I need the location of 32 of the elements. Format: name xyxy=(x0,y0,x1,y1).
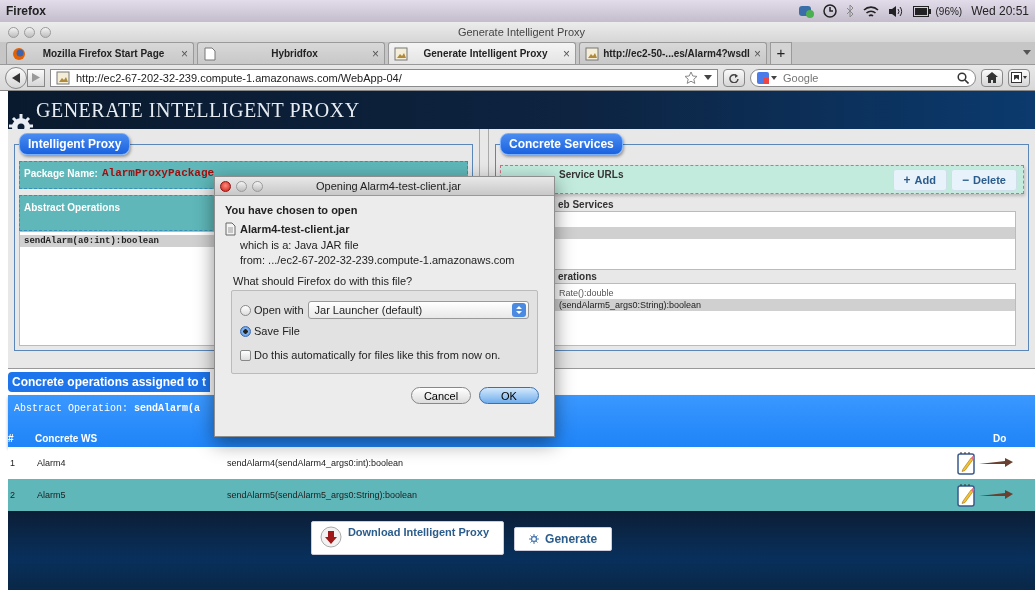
dialog-heading: You have chosen to open xyxy=(225,204,359,216)
file-type-text: which is a: Java JAR file xyxy=(239,239,360,251)
tab-label: Mozilla Firefox Start Page xyxy=(41,48,166,59)
dialog-title: Opening Alarm4-test-client.jar xyxy=(315,180,462,192)
file-source-text: from: .../ec2-67-202-32-239.compute-1.amazonaws.com xyxy=(239,254,516,266)
package-name-value: AlarmProxyPackage xyxy=(101,167,215,179)
column-header: # xyxy=(8,433,15,444)
table-cell-text: Alarm5 xyxy=(36,490,67,500)
field-label: Package Name: xyxy=(24,168,98,179)
section-label: eb Services xyxy=(557,199,614,211)
section-label: erations xyxy=(557,271,597,283)
panel-title: Intelligent Proxy xyxy=(19,133,131,155)
section-label: Service URLs xyxy=(558,169,624,180)
table-cell-text: 2 xyxy=(9,490,16,500)
file-name: Alarm4-test-client.jar xyxy=(240,223,350,235)
section-label: Abstract Operations xyxy=(24,202,121,213)
tab-label: http://ec2-50-...es/Alarm4?wsdl xyxy=(603,48,750,59)
table-cell-text: 1 xyxy=(9,458,16,468)
battery-percent: (96%) xyxy=(935,5,963,17)
table-cell-text: sendAlarm4(sendAlarm4_args0:int):boolean xyxy=(226,458,405,468)
panel-title: Concrete Services xyxy=(500,133,623,155)
dialog-question: What should Firefox do with this file? xyxy=(233,275,414,287)
section-title: Concrete operations assigned to t xyxy=(8,372,211,392)
table-cell-text: sendAlarm5(sendAlarm5_args0:String):boolean xyxy=(226,490,419,500)
tab-label: Hybridfox xyxy=(270,48,319,59)
column-header: Concrete WS xyxy=(35,433,99,444)
abstract-operation-text: Abstract Operation: sendAlarm(a xyxy=(13,403,202,414)
column-header: Do xyxy=(992,433,1008,444)
table-cell-text: Alarm4 xyxy=(36,458,67,468)
page-title: GENERATE INTELLIGENT PROXY xyxy=(36,98,360,122)
window-title: Generate Intelligent Proxy xyxy=(456,26,587,38)
tab-label: Generate Intelligent Proxy xyxy=(422,48,549,59)
